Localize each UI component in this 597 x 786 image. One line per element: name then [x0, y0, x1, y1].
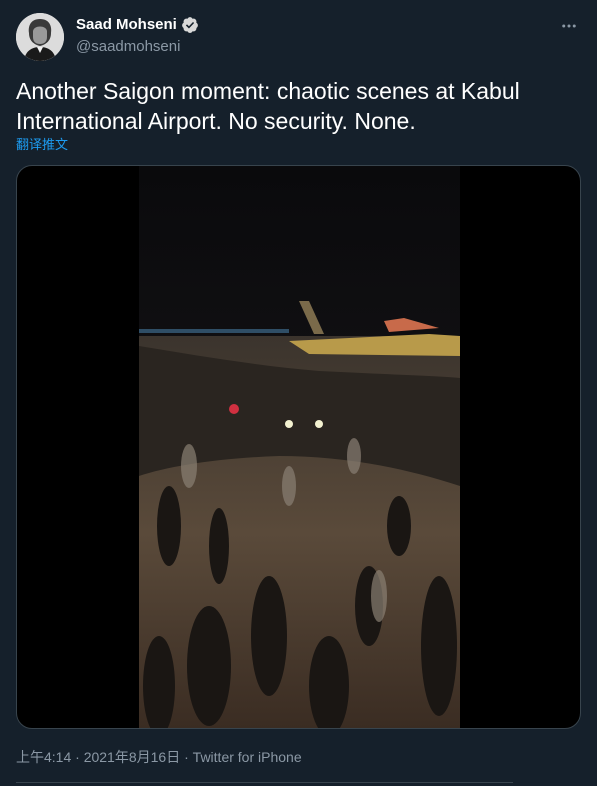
tweet-time[interactable]: 上午4:14: [16, 749, 71, 765]
tweet-date[interactable]: 2021年8月16日: [84, 749, 181, 765]
more-horizontal-icon[interactable]: [557, 16, 581, 36]
author-name[interactable]: Saad Mohseni: [76, 15, 177, 35]
meta-separator: ·: [184, 749, 189, 765]
author-name-row: Saad Mohseni: [76, 15, 199, 35]
tweet: Saad Mohseni @saadmohseni Another Saigon…: [0, 0, 597, 786]
translate-tweet-link[interactable]: 翻译推文: [16, 136, 68, 154]
tweet-source[interactable]: Twitter for iPhone: [193, 749, 302, 765]
avatar-image: [16, 13, 64, 61]
video-frame: [139, 166, 460, 728]
author-handle[interactable]: @saadmohseni: [76, 37, 199, 57]
tweet-metadata: 上午4:14 · 2021年8月16日 · Twitter for iPhone: [16, 747, 302, 767]
verified-badge-icon: [181, 16, 199, 34]
divider: [16, 782, 513, 783]
avatar[interactable]: [16, 13, 64, 61]
author-info: Saad Mohseni @saadmohseni: [76, 15, 199, 57]
meta-separator: ·: [75, 749, 80, 765]
video-player[interactable]: [16, 165, 581, 729]
tweet-text: Another Saigon moment: chaotic scenes at…: [16, 78, 520, 134]
